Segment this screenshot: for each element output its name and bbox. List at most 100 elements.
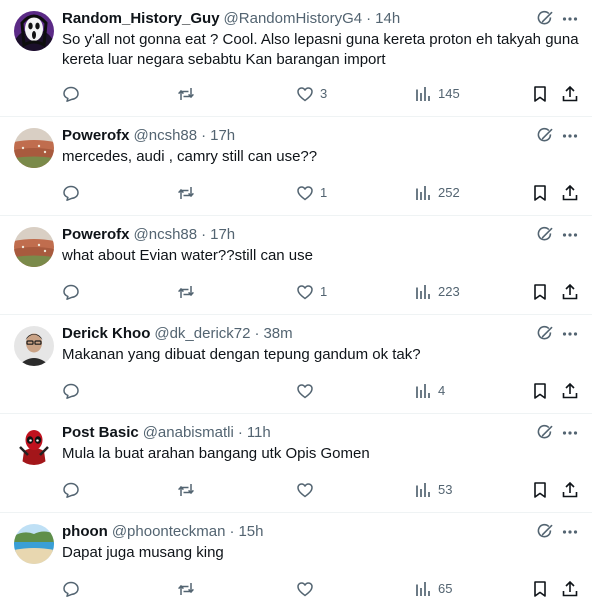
views-button[interactable]: 53 — [414, 480, 452, 500]
grok-icon[interactable] — [536, 127, 554, 145]
grok-icon[interactable] — [536, 523, 554, 541]
repost-button[interactable] — [177, 579, 201, 599]
beach-avatar-icon[interactable] — [14, 524, 54, 564]
bookmark-button[interactable] — [531, 282, 549, 302]
tweet-text: Mula la buat arahan bangang utk Opis Gom… — [62, 445, 370, 462]
more-options-icon[interactable] — [561, 226, 579, 244]
timestamp[interactable]: 17h — [210, 126, 235, 146]
views-button[interactable]: 252 — [414, 183, 460, 203]
reply-button[interactable] — [62, 480, 86, 500]
heart-icon — [297, 285, 313, 300]
tweet[interactable]: phoon @phoonteckman · 15h Dapat juga mus… — [0, 513, 592, 601]
cityscape-avatar-icon[interactable] — [14, 128, 54, 168]
user-handle[interactable]: @anabismatli — [143, 423, 234, 443]
analytics-icon — [416, 483, 430, 497]
like-button[interactable]: 1 — [296, 282, 327, 302]
repost-button[interactable] — [177, 84, 201, 104]
more-options-icon[interactable] — [561, 424, 579, 442]
like-button[interactable] — [296, 579, 320, 599]
like-button[interactable] — [296, 480, 320, 500]
cityscape-avatar-icon[interactable] — [14, 227, 54, 267]
bookmark-button[interactable] — [531, 381, 549, 401]
display-name[interactable]: Random_History_Guy — [62, 9, 220, 29]
grok-icon[interactable] — [536, 424, 554, 442]
analytics-icon — [416, 582, 430, 596]
like-count: 1 — [320, 284, 328, 299]
timestamp[interactable]: 11h — [247, 423, 271, 443]
user-handle[interactable]: @dk_derick72 — [154, 324, 250, 344]
display-name[interactable]: Powerofx — [62, 126, 130, 146]
ghostface-avatar-icon[interactable] — [14, 11, 54, 51]
timestamp[interactable]: 14h — [375, 9, 400, 29]
timestamp[interactable]: 17h — [210, 225, 235, 245]
display-name[interactable]: Derick Khoo — [62, 324, 150, 344]
like-button[interactable] — [296, 381, 320, 401]
tweet[interactable]: Derick Khoo @dk_derick72 · 38m Makanan y… — [0, 315, 592, 414]
heart-icon — [297, 483, 313, 498]
share-button[interactable] — [561, 480, 579, 500]
grok-icon[interactable] — [536, 226, 554, 244]
views-button[interactable]: 145 — [414, 84, 460, 104]
share-button[interactable] — [561, 282, 579, 302]
view-count: 223 — [438, 284, 460, 299]
tweet-text: mercedes, audi , camry still can use?? — [62, 148, 318, 165]
views-button[interactable]: 223 — [414, 282, 460, 302]
repost-button[interactable] — [177, 183, 201, 203]
tweet-header: phoon @phoonteckman · 15h — [62, 522, 264, 542]
more-options-icon[interactable] — [561, 127, 579, 145]
repost-button[interactable] — [177, 480, 201, 500]
share-icon — [562, 85, 578, 102]
reply-button[interactable] — [62, 381, 86, 401]
bookmark-button[interactable] — [531, 579, 549, 599]
deadpool-avatar-icon[interactable] — [14, 425, 54, 465]
more-options-icon[interactable] — [561, 523, 579, 541]
tweet-header: Powerofx @ncsh88 · 17h — [62, 225, 235, 245]
views-button[interactable]: 65 — [414, 579, 452, 599]
reply-button[interactable] — [62, 183, 86, 203]
bookmark-button[interactable] — [531, 84, 549, 104]
tweet[interactable]: Post Basic @anabismatli · 11h Mula la bu… — [0, 414, 592, 513]
share-icon — [562, 481, 578, 498]
grok-icon[interactable] — [536, 10, 554, 28]
share-button[interactable] — [561, 381, 579, 401]
bookmark-button[interactable] — [531, 183, 549, 203]
bookmark-icon — [534, 86, 546, 102]
display-name[interactable]: Powerofx — [62, 225, 130, 245]
share-button[interactable] — [561, 84, 579, 104]
timestamp[interactable]: 15h — [238, 522, 263, 542]
user-handle[interactable]: @ncsh88 — [134, 225, 198, 245]
share-icon — [562, 382, 578, 399]
tweet-text: So y'all not gonna eat ? Cool. Also lepa… — [62, 31, 579, 68]
like-button[interactable]: 3 — [296, 84, 327, 104]
share-button[interactable] — [561, 579, 579, 599]
display-name[interactable]: phoon — [62, 522, 108, 542]
grok-icon[interactable] — [536, 325, 554, 343]
reply-button[interactable] — [62, 579, 86, 599]
display-name[interactable]: Post Basic — [62, 423, 139, 443]
reply-button[interactable] — [62, 282, 86, 302]
heart-icon — [297, 582, 313, 597]
reply-button[interactable] — [62, 84, 86, 104]
timestamp[interactable]: 38m — [263, 324, 292, 344]
user-handle[interactable]: @ncsh88 — [134, 126, 198, 146]
like-button[interactable]: 1 — [296, 183, 327, 203]
analytics-icon — [416, 87, 430, 101]
user-handle[interactable]: @RandomHistoryG4 — [224, 9, 363, 29]
bookmark-icon — [534, 284, 546, 300]
reply-icon — [63, 581, 79, 597]
share-button[interactable] — [561, 183, 579, 203]
more-options-icon[interactable] — [561, 10, 579, 28]
heart-icon — [297, 186, 313, 201]
user-handle[interactable]: @phoonteckman — [112, 522, 226, 542]
tweet[interactable]: Powerofx @ncsh88 · 17h what about Evian … — [0, 216, 592, 315]
bookmark-button[interactable] — [531, 480, 549, 500]
tweet[interactable]: Powerofx @ncsh88 · 17h mercedes, audi , … — [0, 117, 592, 216]
view-count: 53 — [438, 482, 453, 497]
more-options-icon[interactable] — [561, 325, 579, 343]
views-button[interactable]: 4 — [414, 381, 445, 401]
repost-button[interactable] — [177, 282, 201, 302]
action-bar: 65 — [0, 579, 592, 599]
action-bar: 53 — [0, 480, 592, 500]
portrait-avatar-icon[interactable] — [14, 326, 54, 366]
tweet[interactable]: Random_History_Guy @RandomHistoryG4 · 14… — [0, 0, 592, 117]
